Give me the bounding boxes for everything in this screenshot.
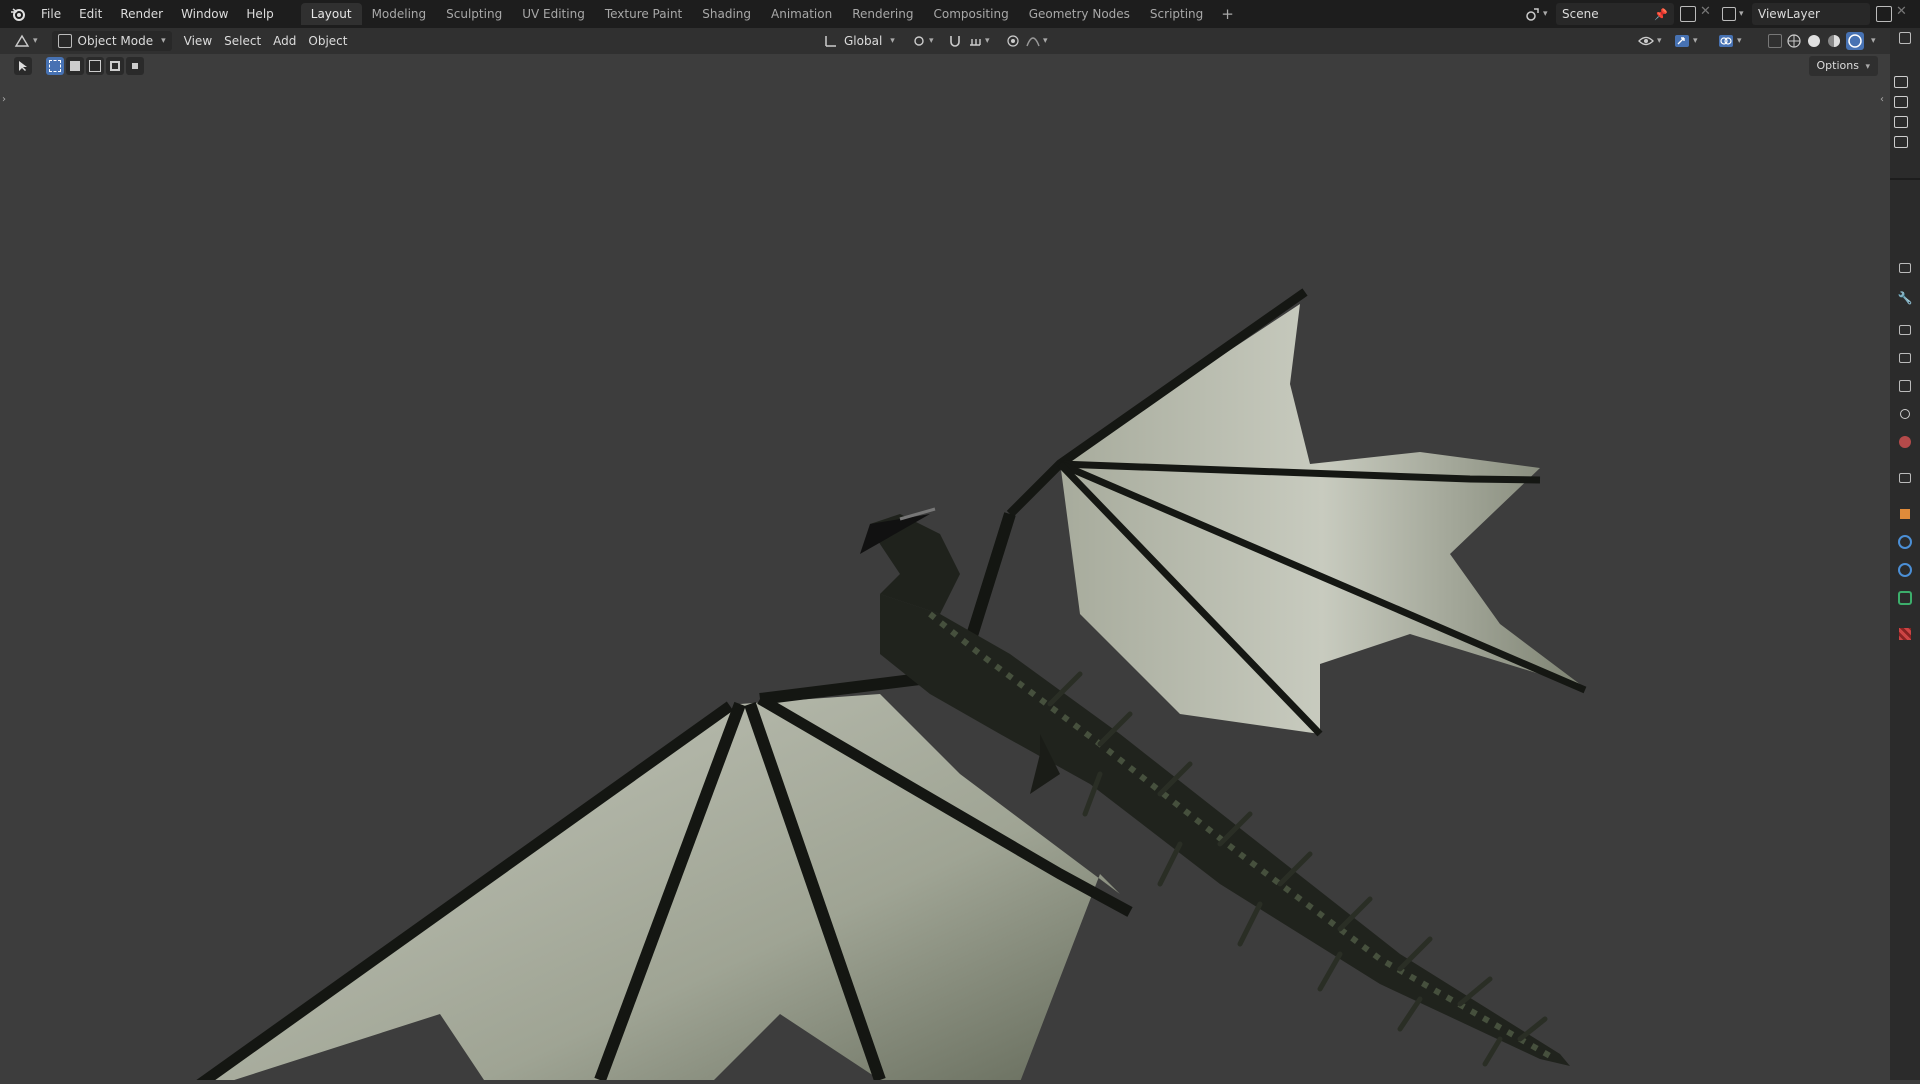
shading-modes: ▾ — [1786, 32, 1876, 50]
properties-editor-icon[interactable] — [1897, 260, 1913, 276]
render-properties-icon[interactable] — [1897, 322, 1913, 338]
remove-scene-icon[interactable]: ✕ — [1700, 4, 1711, 19]
view-layer-name: ViewLayer — [1758, 7, 1820, 21]
intersect-selection-icon[interactable] — [126, 57, 144, 75]
camera-icon[interactable] — [1894, 136, 1908, 148]
scene-properties-icon[interactable] — [1897, 406, 1913, 422]
snap-target-dropdown[interactable]: ▾ — [962, 31, 996, 51]
options-dropdown[interactable]: Options ▾ — [1808, 56, 1878, 76]
sidebar-expand-icon[interactable]: ‹ — [1880, 94, 1884, 105]
xray-icon — [1768, 34, 1782, 48]
workspace-tab-rendering[interactable]: Rendering — [842, 3, 923, 25]
menu-item-edit[interactable]: Edit — [70, 0, 111, 28]
proportional-falloff-dropdown[interactable]: ▾ — [1020, 31, 1054, 51]
workspace-tab-animation[interactable]: Animation — [761, 3, 842, 25]
tool-header — [0, 54, 1890, 78]
tool-properties-icon[interactable]: 🔧 — [1897, 290, 1913, 306]
set-new-selection-icon[interactable] — [46, 57, 64, 75]
add-menu[interactable]: Add — [267, 31, 302, 51]
view-layer-type-icon[interactable]: ▾ — [1722, 5, 1748, 23]
camera-icon[interactable] — [1894, 96, 1908, 108]
new-scene-icon[interactable] — [1680, 6, 1696, 22]
modifier-properties-icon[interactable] — [1897, 534, 1913, 550]
properties-tabs-bar: 🔧 — [1890, 28, 1920, 1080]
object-mode-icon — [57, 34, 72, 48]
gizmo-icon — [1675, 35, 1689, 47]
snap-increment-icon — [970, 39, 981, 46]
extend-selection-icon[interactable] — [66, 57, 84, 75]
subtract-selection-icon[interactable] — [86, 57, 104, 75]
workspace-tab-geometry-nodes[interactable]: Geometry Nodes — [1019, 3, 1140, 25]
physics-properties-icon[interactable] — [1897, 562, 1913, 578]
toolbar-expand-icon[interactable]: › — [2, 94, 6, 105]
workspace-tab-scripting[interactable]: Scripting — [1140, 3, 1213, 25]
mode-label: Object Mode — [77, 34, 154, 48]
workspace-tabs: Layout Modeling Sculpting UV Editing Texture… — [300, 0, 1214, 28]
orientation-label: Global — [844, 34, 883, 48]
camera-icon[interactable] — [1894, 76, 1908, 88]
magnet-icon — [950, 36, 960, 47]
shading-dropdown-icon[interactable]: ▾ — [1871, 36, 1876, 46]
menu-item-file[interactable]: File — [32, 0, 70, 28]
solid-shading-icon[interactable] — [1806, 33, 1822, 49]
world-properties-icon[interactable] — [1897, 434, 1913, 450]
workspace-tab-shading[interactable]: Shading — [692, 3, 761, 25]
menu-item-window[interactable]: Window — [172, 0, 237, 28]
select-tool-icon[interactable] — [14, 57, 32, 75]
rendered-shading-icon[interactable] — [1846, 32, 1864, 50]
editor-3d-icon — [14, 34, 30, 47]
workspace-tab-uv-editing[interactable]: UV Editing — [512, 3, 595, 25]
add-workspace-icon[interactable]: + — [1213, 5, 1242, 23]
transform-orientation-dropdown[interactable]: Global ▾ — [818, 31, 901, 51]
scene-selector[interactable]: Scene 📌 — [1556, 3, 1674, 25]
dragon-model — [190, 288, 1587, 1084]
main-menu: File Edit Render Window Help — [32, 0, 283, 28]
viewport-header: ▾ Object Mode ▾ View Select Add Object G… — [0, 28, 1890, 54]
proportional-edit-icon — [1007, 35, 1019, 47]
scene-name: Scene — [1562, 7, 1599, 21]
outliner-toggle-icon[interactable] — [1897, 30, 1913, 46]
workspace-tab-texture-paint[interactable]: Texture Paint — [595, 3, 692, 25]
object-menu[interactable]: Object — [302, 31, 353, 51]
blender-logo-icon[interactable] — [4, 0, 32, 28]
view-layer-selector[interactable]: ViewLayer — [1752, 3, 1870, 25]
new-view-layer-icon[interactable] — [1876, 6, 1892, 22]
xray-toggle[interactable] — [1762, 31, 1788, 51]
texture-properties-icon[interactable] — [1897, 626, 1913, 642]
camera-icon[interactable] — [1894, 116, 1908, 128]
pivot-icon — [914, 36, 924, 46]
pin-icon[interactable]: 📌 — [1654, 8, 1674, 21]
workspace-tab-sculpting[interactable]: Sculpting — [436, 3, 512, 25]
visibility-dropdown[interactable]: ▾ — [1632, 31, 1668, 51]
menu-item-help[interactable]: Help — [237, 0, 282, 28]
invert-selection-icon[interactable] — [106, 57, 124, 75]
wireframe-shading-icon[interactable] — [1786, 33, 1802, 49]
material-preview-shading-icon[interactable] — [1826, 33, 1842, 49]
view-menu[interactable]: View — [178, 31, 218, 51]
overlays-toggle[interactable]: ▾ — [1712, 31, 1748, 51]
select-menu[interactable]: Select — [218, 31, 267, 51]
collection-properties-icon[interactable] — [1897, 470, 1913, 486]
menu-item-render[interactable]: Render — [111, 0, 172, 28]
options-label: Options — [1816, 59, 1859, 72]
mode-dropdown[interactable]: Object Mode ▾ — [51, 31, 172, 51]
eye-icon — [1638, 36, 1654, 46]
workspace-tab-modeling[interactable]: Modeling — [362, 3, 437, 25]
overlays-icon — [1719, 35, 1733, 47]
workspace-tab-compositing[interactable]: Compositing — [923, 3, 1018, 25]
workspace-tab-layout[interactable]: Layout — [300, 3, 362, 25]
pivot-point-dropdown[interactable]: ▾ — [906, 31, 940, 51]
falloff-curve-icon — [1026, 37, 1040, 47]
orientation-icon — [825, 36, 836, 47]
gizmo-toggle[interactable]: ▾ — [1668, 31, 1704, 51]
object-properties-icon[interactable] — [1897, 506, 1913, 522]
selection-mode-group — [46, 57, 144, 75]
output-properties-icon[interactable] — [1897, 350, 1913, 366]
remove-view-layer-icon[interactable]: ✕ — [1896, 4, 1907, 19]
3d-viewport[interactable] — [0, 54, 1890, 1084]
scene-type-icon[interactable]: ▾ — [1526, 5, 1552, 23]
editor-type-button[interactable]: ▾ — [8, 31, 44, 51]
view-layer-properties-icon[interactable] — [1897, 378, 1913, 394]
constraint-properties-icon[interactable] — [1897, 590, 1913, 606]
